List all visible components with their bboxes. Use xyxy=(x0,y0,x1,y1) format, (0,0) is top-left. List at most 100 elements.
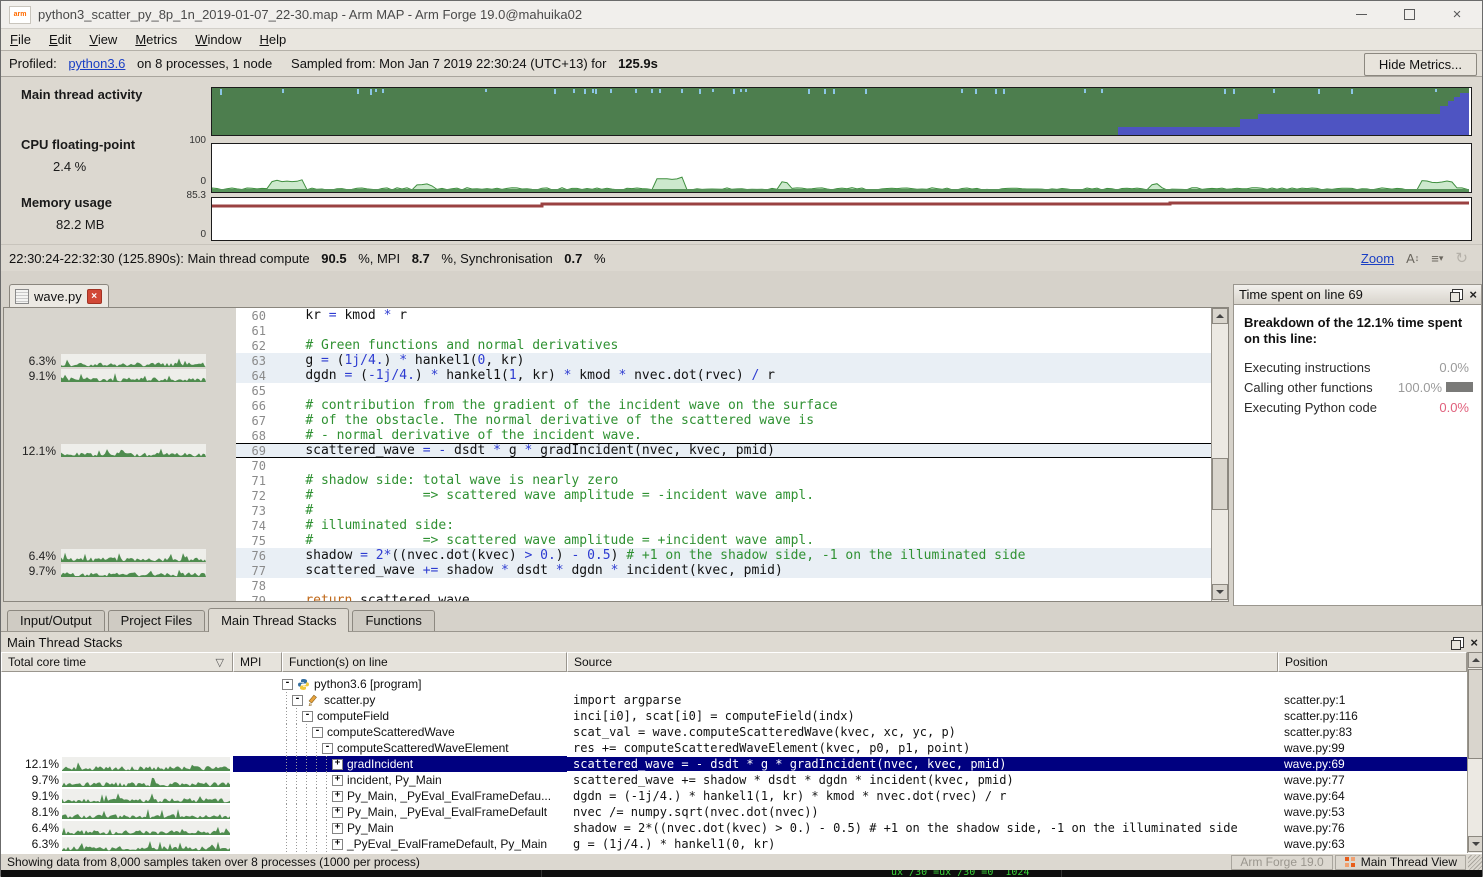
stack-row-computeScatteredWave[interactable]: -computeScatteredWavescat_val = wave.com… xyxy=(1,724,1467,740)
window-title: python3_scatter_py_8p_1n_2019-01-07_22-3… xyxy=(38,7,582,22)
stack-row-incident[interactable]: 9.7%+incident, Py_Mainscattered_wave += … xyxy=(1,772,1467,788)
mpi-cell xyxy=(233,804,282,820)
maximize-button[interactable] xyxy=(1402,8,1416,22)
table-scroll-down-icon[interactable] xyxy=(1468,836,1482,852)
code-line-79[interactable]: 79 return scattered_wave xyxy=(4,593,1211,602)
code-line-68[interactable]: 68 # - normal derivative of the incident… xyxy=(4,428,1211,443)
stack-row-computeField[interactable]: -computeFieldinci[i0], scat[i0] = comput… xyxy=(1,708,1467,724)
editor-scroll-thumb[interactable] xyxy=(1212,458,1228,510)
column-header-total-core-time[interactable]: Total core time▽ xyxy=(1,652,233,672)
expand-icon[interactable]: + xyxy=(332,759,343,770)
expand-icon[interactable]: + xyxy=(332,775,343,786)
close-panel-icon[interactable]: × xyxy=(1469,288,1477,301)
code-line-66[interactable]: 66 # contribution from the gradient of t… xyxy=(4,398,1211,413)
code-line-75[interactable]: 75 # => scattered wave amplitude = +inci… xyxy=(4,533,1211,548)
zoom-link[interactable]: Zoom xyxy=(1361,251,1394,266)
metric-list-icon[interactable]: ≡▾ xyxy=(1431,251,1443,266)
table-scroll-thumb[interactable] xyxy=(1468,669,1482,759)
stack-row-Py_Main[interactable]: 6.4%+Py_Mainshadow = 2*((nvec.dot(kvec) … xyxy=(1,820,1467,836)
close-stacks-icon[interactable]: × xyxy=(1470,636,1478,649)
expand-icon[interactable]: + xyxy=(332,791,343,802)
code-line-61[interactable]: 61 xyxy=(4,323,1211,338)
hide-metrics-button[interactable]: Hide Metrics... xyxy=(1364,53,1477,76)
stack-row-scatter.py[interactable]: -scatter.pyimport argparsescatter.py:1 xyxy=(1,692,1467,708)
menu-help[interactable]: Help xyxy=(250,30,295,49)
source-cell: inci[i0], scat[i0] = computeField(indx) xyxy=(567,709,1278,723)
menu-view[interactable]: View xyxy=(80,30,126,49)
expand-icon[interactable]: + xyxy=(332,807,343,818)
column-header-mpi[interactable]: MPI xyxy=(233,652,282,672)
core-time-sparkline xyxy=(62,773,230,787)
code-line-71[interactable]: 71 # shadow side: total wave is nearly z… xyxy=(4,473,1211,488)
tab-close-icon[interactable]: × xyxy=(87,289,102,304)
scroll-up-icon[interactable] xyxy=(1212,308,1228,324)
cpu-floating-point-chart[interactable] xyxy=(211,143,1472,193)
menu-file[interactable]: File xyxy=(1,30,40,49)
memory-scale-bottom: 0 xyxy=(166,229,206,240)
memory-usage-chart[interactable] xyxy=(211,197,1472,241)
arm-map-window: arm python3_scatter_py_8p_1n_2019-01-07_… xyxy=(0,0,1483,876)
expand-icon[interactable]: + xyxy=(332,823,343,834)
scroll-down-icon[interactable] xyxy=(1212,584,1228,600)
code-line-69[interactable]: 12.1%69 scattered_wave = - dsdt * g * gr… xyxy=(4,443,1211,458)
menu-window[interactable]: Window xyxy=(186,30,250,49)
table-scroll-up-icon[interactable] xyxy=(1468,652,1482,668)
collapse-icon[interactable]: - xyxy=(282,679,293,690)
menu-metrics[interactable]: Metrics xyxy=(126,30,186,49)
code-line-60[interactable]: 60 kr = kmod * r xyxy=(4,308,1211,323)
code-line-62[interactable]: 62 # Green functions and normal derivati… xyxy=(4,338,1211,353)
code-text: return scattered_wave xyxy=(274,593,470,602)
mpi-cell xyxy=(233,724,282,740)
collapse-icon[interactable]: - xyxy=(292,695,303,706)
collapse-icon[interactable]: - xyxy=(312,727,323,738)
tab-wave-py[interactable]: wave.py × xyxy=(9,284,109,308)
code-line-70[interactable]: 70 xyxy=(4,458,1211,473)
column-header-position[interactable]: Position xyxy=(1278,652,1467,672)
code-line-64[interactable]: 9.1%64 dgdn = (-1j/4.) * hankel1(1, kr) … xyxy=(4,368,1211,383)
code-line-63[interactable]: 6.3%63 g = (1j/4.) * hankel1(0, kr) xyxy=(4,353,1211,368)
stack-row-computeScatteredWaveElement[interactable]: -computeScatteredWaveElementres += compu… xyxy=(1,740,1467,756)
stack-row-_PyEval_EvalFrameDefault[interactable]: 6.3%+_PyEval_EvalFrameDefault, Py_Maing … xyxy=(1,836,1467,852)
code-line-73[interactable]: 73 # xyxy=(4,503,1211,518)
code-line-76[interactable]: 6.4%76 shadow = 2*((nvec.dot(kvec) > 0.)… xyxy=(4,548,1211,563)
tab-main-thread-stacks[interactable]: Main Thread Stacks xyxy=(208,608,349,632)
function-label: incident, Py_Main xyxy=(347,773,442,787)
program-link[interactable]: python3.6 xyxy=(60,56,125,71)
tab-functions[interactable]: Functions xyxy=(352,610,434,631)
table-scrollbar[interactable] xyxy=(1467,652,1482,853)
tab-project-files[interactable]: Project Files xyxy=(108,610,206,631)
float-stacks-icon[interactable] xyxy=(1453,637,1464,648)
code-text: kr = kmod * r xyxy=(274,308,407,323)
expand-icon[interactable]: + xyxy=(332,839,343,850)
resize-grip[interactable] xyxy=(1468,855,1482,870)
line-activity-gutter xyxy=(4,578,236,593)
column-header-source[interactable]: Source xyxy=(567,652,1278,672)
stack-row-gradIncident[interactable]: 12.1%+gradIncidentscattered_wave = - dsd… xyxy=(1,756,1467,772)
minimize-button[interactable] xyxy=(1354,8,1368,22)
main-thread-activity-chart[interactable] xyxy=(211,87,1472,136)
stack-row-Py_Main[interactable]: 8.1%+Py_Main, _PyEval_EvalFrameDefaultnv… xyxy=(1,804,1467,820)
editor-scrollbar[interactable] xyxy=(1211,308,1228,601)
stack-row-Py_Main[interactable]: 9.1%+Py_Main, _PyEval_EvalFrameDefau...d… xyxy=(1,788,1467,804)
collapse-icon[interactable]: - xyxy=(322,743,333,754)
code-line-72[interactable]: 72 # => scattered wave amplitude = -inci… xyxy=(4,488,1211,503)
code-line-74[interactable]: 74 # illuminated side: xyxy=(4,518,1211,533)
float-panel-icon[interactable] xyxy=(1452,289,1463,300)
line-activity-gutter xyxy=(4,593,236,602)
line-activity-gutter xyxy=(4,503,236,518)
font-size-icon[interactable]: A↕ xyxy=(1406,251,1419,266)
close-button[interactable]: × xyxy=(1450,8,1464,22)
source-cell: scattered_wave += shadow * dsdt * dgdn *… xyxy=(567,773,1278,787)
source-cell: nvec /= numpy.sqrt(nvec.dot(nvec)) xyxy=(567,805,1278,819)
view-selector[interactable]: Main Thread View xyxy=(1335,855,1466,870)
column-header-function-s-on-line[interactable]: Function(s) on line xyxy=(282,652,567,672)
menu-edit[interactable]: Edit xyxy=(40,30,80,49)
stack-row-python3.6[interactable]: -python3.6 [program] xyxy=(1,676,1467,692)
file-icon xyxy=(15,289,29,304)
collapse-icon[interactable]: - xyxy=(302,711,313,722)
code-line-77[interactable]: 9.7%77 scattered_wave += shadow * dsdt *… xyxy=(4,563,1211,578)
code-line-78[interactable]: 78 xyxy=(4,578,1211,593)
code-line-67[interactable]: 67 # of the obstacle. The normal derivat… xyxy=(4,413,1211,428)
code-line-65[interactable]: 65 xyxy=(4,383,1211,398)
tab-input-output[interactable]: Input/Output xyxy=(7,610,105,631)
